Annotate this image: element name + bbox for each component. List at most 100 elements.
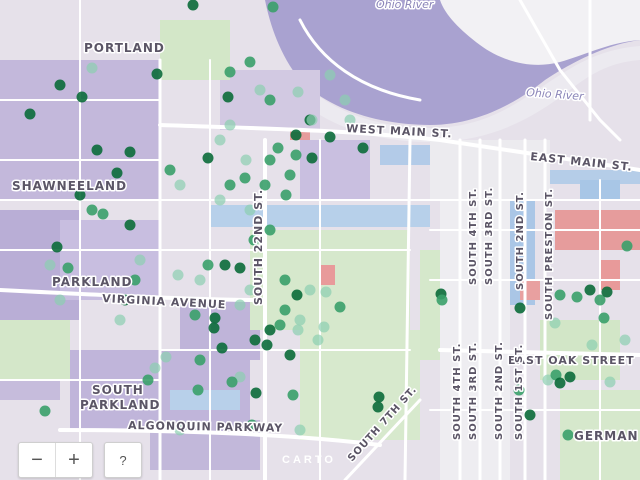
map-point[interactable] bbox=[249, 334, 261, 346]
map-point[interactable] bbox=[584, 284, 596, 296]
map-point[interactable] bbox=[291, 289, 303, 301]
zoom-out-button[interactable]: − bbox=[19, 443, 55, 477]
map-point[interactable] bbox=[312, 334, 324, 346]
map-point[interactable] bbox=[318, 321, 330, 333]
map-point[interactable] bbox=[290, 149, 302, 161]
map-point[interactable] bbox=[194, 354, 206, 366]
map-point[interactable] bbox=[264, 94, 276, 106]
map-point[interactable] bbox=[234, 262, 246, 274]
map-point[interactable] bbox=[280, 189, 292, 201]
map-point[interactable] bbox=[134, 254, 146, 266]
map-point[interactable] bbox=[292, 86, 304, 98]
map-point[interactable] bbox=[264, 224, 276, 236]
map-point[interactable] bbox=[619, 334, 631, 346]
map-point[interactable] bbox=[239, 172, 251, 184]
map-point[interactable] bbox=[174, 179, 186, 191]
map-point[interactable] bbox=[294, 314, 306, 326]
map-point[interactable] bbox=[142, 374, 154, 386]
map-point[interactable] bbox=[554, 289, 566, 301]
map-point[interactable] bbox=[267, 1, 279, 13]
map-point[interactable] bbox=[202, 259, 214, 271]
map-point[interactable] bbox=[222, 91, 234, 103]
map-point[interactable] bbox=[334, 301, 346, 313]
map-point[interactable] bbox=[226, 376, 238, 388]
map-point[interactable] bbox=[192, 384, 204, 396]
map-point[interactable] bbox=[554, 377, 566, 389]
map-point[interactable] bbox=[54, 79, 66, 91]
map-point[interactable] bbox=[372, 401, 384, 413]
map-canvas[interactable]: PORTLAND SHAWNEELAND PARKLAND SOUTH PARK… bbox=[0, 0, 640, 480]
map-point[interactable] bbox=[164, 164, 176, 176]
map-point[interactable] bbox=[254, 84, 266, 96]
map-point[interactable] bbox=[320, 286, 332, 298]
map-point[interactable] bbox=[124, 219, 136, 231]
map-point[interactable] bbox=[279, 304, 291, 316]
map-point[interactable] bbox=[324, 69, 336, 81]
map-point[interactable] bbox=[86, 62, 98, 74]
map-point[interactable] bbox=[306, 114, 318, 126]
map-point[interactable] bbox=[86, 204, 98, 216]
map-point[interactable] bbox=[91, 144, 103, 156]
map-point[interactable] bbox=[562, 429, 574, 441]
map-point[interactable] bbox=[224, 179, 236, 191]
map-point[interactable] bbox=[294, 424, 306, 436]
map-point[interactable] bbox=[357, 142, 369, 154]
map-point[interactable] bbox=[264, 154, 276, 166]
map-point[interactable] bbox=[54, 294, 66, 306]
map-point[interactable] bbox=[621, 240, 633, 252]
map-point[interactable] bbox=[436, 294, 448, 306]
map-point[interactable] bbox=[304, 284, 316, 296]
map-point[interactable] bbox=[149, 362, 161, 374]
map-point[interactable] bbox=[279, 274, 291, 286]
map-point[interactable] bbox=[234, 299, 246, 311]
map-point[interactable] bbox=[209, 312, 221, 324]
map-point[interactable] bbox=[261, 339, 273, 351]
map-point[interactable] bbox=[39, 405, 51, 417]
map-point[interactable] bbox=[306, 152, 318, 164]
map-point[interactable] bbox=[97, 208, 109, 220]
carto-attribution[interactable]: CARTO bbox=[282, 454, 336, 466]
map-point[interactable] bbox=[373, 391, 385, 403]
map-point[interactable] bbox=[44, 259, 56, 271]
map-point[interactable] bbox=[339, 94, 351, 106]
map-point[interactable] bbox=[224, 66, 236, 78]
map-point[interactable] bbox=[219, 259, 231, 271]
map-point[interactable] bbox=[586, 339, 598, 351]
map-point[interactable] bbox=[24, 108, 36, 120]
map-point[interactable] bbox=[240, 154, 252, 166]
map-point[interactable] bbox=[160, 351, 172, 363]
map-point[interactable] bbox=[598, 312, 610, 324]
map-point[interactable] bbox=[292, 324, 304, 336]
map-point[interactable] bbox=[51, 241, 63, 253]
map-point[interactable] bbox=[274, 319, 286, 331]
map-point[interactable] bbox=[151, 68, 163, 80]
map-point[interactable] bbox=[194, 274, 206, 286]
map-point[interactable] bbox=[571, 291, 583, 303]
map-point[interactable] bbox=[284, 349, 296, 361]
map-point[interactable] bbox=[172, 269, 184, 281]
map-point[interactable] bbox=[514, 302, 526, 314]
map-point[interactable] bbox=[284, 169, 296, 181]
map-point[interactable] bbox=[244, 56, 256, 68]
map-point[interactable] bbox=[224, 119, 236, 131]
map-point[interactable] bbox=[214, 134, 226, 146]
map-point[interactable] bbox=[601, 286, 613, 298]
map-point[interactable] bbox=[604, 376, 616, 388]
map-point[interactable] bbox=[124, 146, 136, 158]
zoom-in-button[interactable]: + bbox=[55, 443, 92, 477]
map-point[interactable] bbox=[202, 152, 214, 164]
map-point[interactable] bbox=[214, 194, 226, 206]
map-point[interactable] bbox=[524, 409, 536, 421]
map-point[interactable] bbox=[76, 91, 88, 103]
map-point[interactable] bbox=[187, 0, 199, 11]
map-point[interactable] bbox=[290, 129, 302, 141]
help-button[interactable]: ? bbox=[105, 443, 141, 477]
map-point[interactable] bbox=[564, 371, 576, 383]
map-point[interactable] bbox=[272, 142, 284, 154]
map-point[interactable] bbox=[62, 262, 74, 274]
map-point[interactable] bbox=[216, 342, 228, 354]
map-point[interactable] bbox=[111, 167, 123, 179]
map-point[interactable] bbox=[287, 389, 299, 401]
map-point[interactable] bbox=[114, 314, 126, 326]
map-point[interactable] bbox=[250, 387, 262, 399]
